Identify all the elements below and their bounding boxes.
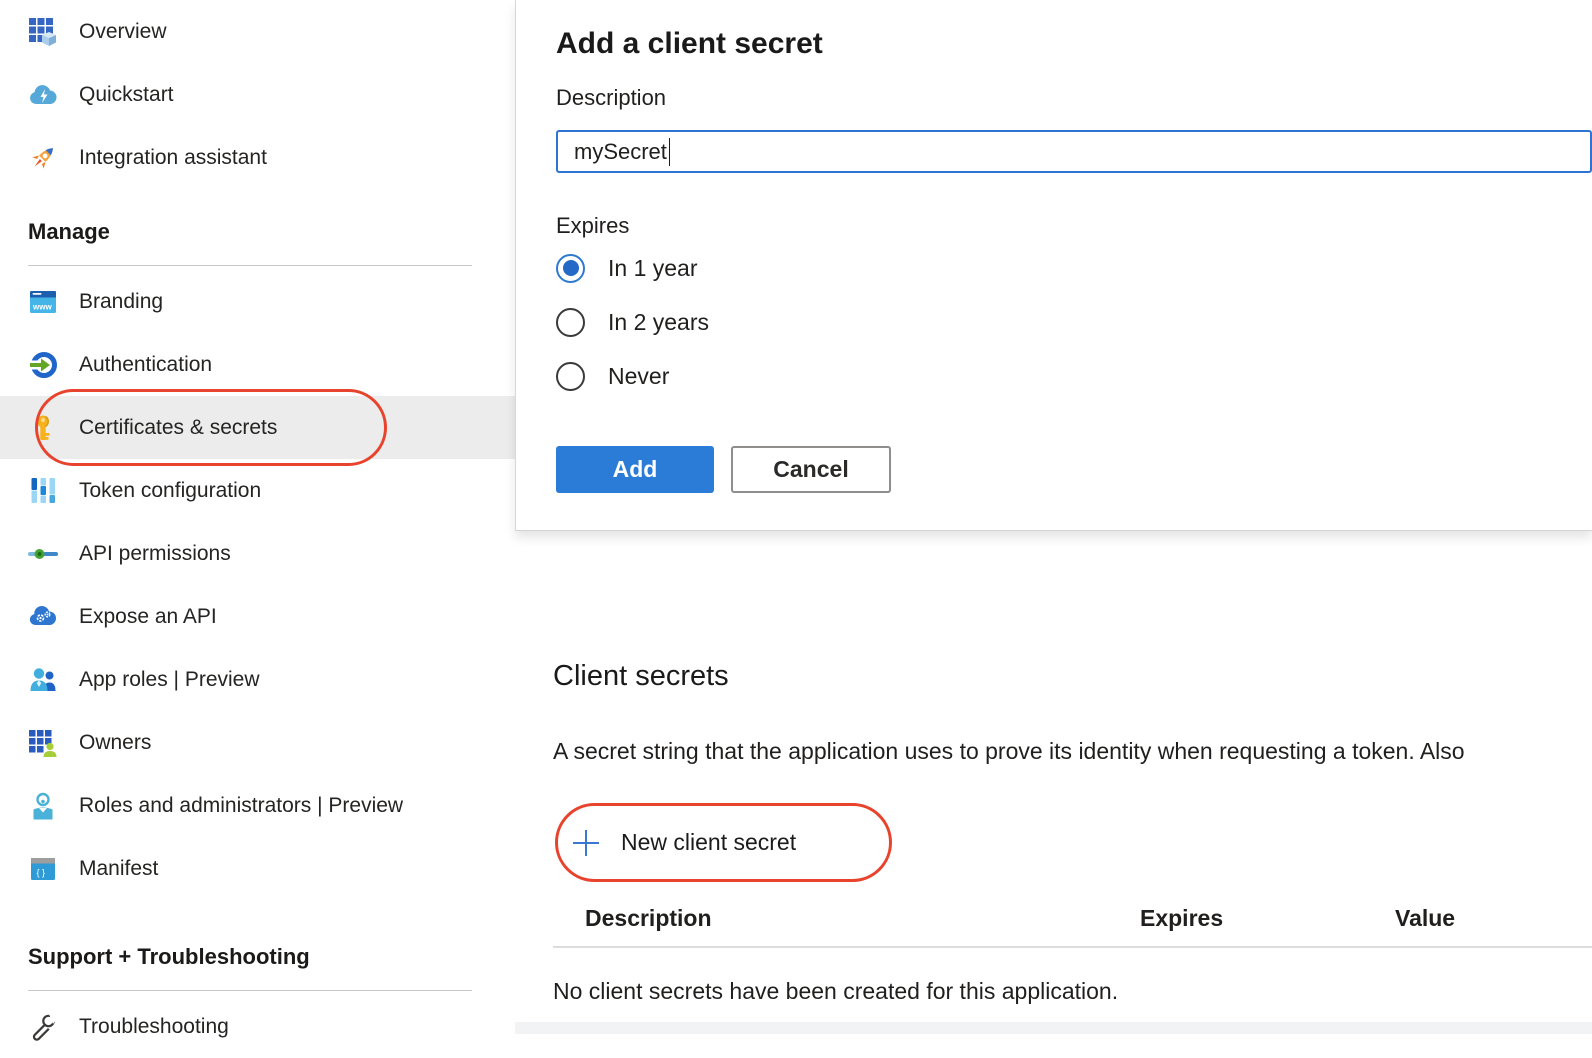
sidebar-item-label: Token configuration xyxy=(79,479,261,503)
radio-button[interactable] xyxy=(556,308,585,337)
sidebar-item-label: Owners xyxy=(79,731,151,755)
sidebar-item-roles-administrators[interactable]: Roles and administrators | Preview xyxy=(0,774,515,837)
sidebar-section-manage: Manage xyxy=(0,215,515,249)
column-header-description: Description xyxy=(553,905,1140,932)
cancel-button[interactable]: Cancel xyxy=(731,446,891,493)
sidebar-item-label: API permissions xyxy=(79,542,231,566)
sidebar-item-overview[interactable]: Overview xyxy=(0,0,515,63)
sidebar-item-manifest[interactable]: { } Manifest xyxy=(0,837,515,900)
sidebar-item-api-permissions[interactable]: API permissions xyxy=(0,522,515,585)
roles-administrators-icon xyxy=(28,791,58,821)
client-secrets-heading: Client secrets xyxy=(553,659,1592,693)
api-permissions-icon xyxy=(28,539,58,569)
column-header-value: Value xyxy=(1395,905,1592,932)
annotation-oval-new-client-secret: New client secret xyxy=(555,803,892,882)
svg-text:{ }: { } xyxy=(37,867,46,877)
new-client-secret-button[interactable]: New client secret xyxy=(571,828,796,858)
description-label: Description xyxy=(556,85,1592,111)
sidebar-divider xyxy=(28,265,472,266)
sidebar-item-label: Expose an API xyxy=(79,605,217,629)
sidebar-item-label: Quickstart xyxy=(79,83,174,107)
sidebar-item-troubleshooting[interactable]: Troubleshooting xyxy=(0,995,515,1058)
client-secrets-description: A secret string that the application use… xyxy=(553,738,1592,765)
expires-label: Expires xyxy=(556,213,1592,239)
column-header-expires: Expires xyxy=(1140,905,1395,932)
sidebar-item-quickstart[interactable]: Quickstart xyxy=(0,63,515,126)
radio-option-never[interactable]: Never xyxy=(556,349,1592,403)
key-icon xyxy=(28,413,58,443)
sidebar-item-authentication[interactable]: Authentication xyxy=(0,333,515,396)
quickstart-icon xyxy=(28,80,58,110)
sidebar-item-expose-api[interactable]: Expose an API xyxy=(0,585,515,648)
client-secrets-section: Client secrets A secret string that the … xyxy=(515,531,1592,1034)
sidebar-item-token-configuration[interactable]: Token configuration xyxy=(0,459,515,522)
manifest-icon: { } xyxy=(28,854,58,884)
add-button[interactable]: Add xyxy=(556,446,714,493)
app-roles-icon xyxy=(28,665,58,695)
sidebar-section-support: Support + Troubleshooting xyxy=(0,940,515,974)
new-client-secret-label: New client secret xyxy=(621,829,796,856)
sidebar-item-label: Authentication xyxy=(79,353,212,377)
sidebar-item-label: Troubleshooting xyxy=(79,1015,229,1039)
table-header-divider xyxy=(553,946,1592,948)
radio-button-selected[interactable] xyxy=(556,254,585,283)
integration-assistant-icon xyxy=(28,143,58,173)
plus-icon xyxy=(571,828,601,858)
description-input-value: mySecret xyxy=(574,139,667,165)
sidebar-item-label: App roles | Preview xyxy=(79,668,260,692)
dialog-title: Add a client secret xyxy=(556,26,1592,61)
owners-icon xyxy=(28,728,58,758)
radio-option-in-2-years[interactable]: In 2 years xyxy=(556,295,1592,349)
sidebar: Overview Quickstart Integrat xyxy=(0,0,515,1034)
troubleshooting-icon xyxy=(28,1012,58,1042)
sidebar-item-branding[interactable]: www Branding xyxy=(0,270,515,333)
authentication-icon xyxy=(28,350,58,380)
sidebar-item-label: Certificates & secrets xyxy=(79,416,277,440)
expires-radio-group: In 1 year In 2 years Never xyxy=(556,241,1592,403)
add-client-secret-dialog: Add a client secret Description mySecret… xyxy=(515,0,1592,531)
token-configuration-icon xyxy=(28,476,58,506)
sidebar-item-certificates-secrets[interactable]: Certificates & secrets xyxy=(0,396,515,459)
sidebar-item-integration-assistant[interactable]: Integration assistant xyxy=(0,126,515,189)
dialog-buttons: Add Cancel xyxy=(556,446,1592,493)
client-secrets-table-header: Description Expires Value xyxy=(553,904,1592,932)
svg-text:www: www xyxy=(32,302,52,311)
radio-button[interactable] xyxy=(556,362,585,391)
sidebar-item-label: Integration assistant xyxy=(79,146,267,170)
empty-state-message: No client secrets have been created for … xyxy=(553,978,1592,1005)
sidebar-item-label: Roles and administrators | Preview xyxy=(79,794,403,818)
sidebar-item-label: Branding xyxy=(79,290,163,314)
expose-api-icon xyxy=(28,602,58,632)
sidebar-item-label: Manifest xyxy=(79,857,158,881)
description-input[interactable]: mySecret xyxy=(556,130,1592,173)
sidebar-divider xyxy=(28,990,472,991)
bottom-strip xyxy=(515,1022,1592,1034)
overview-icon xyxy=(28,17,58,47)
branding-icon: www xyxy=(28,287,58,317)
text-cursor xyxy=(669,138,671,166)
sidebar-item-label: Overview xyxy=(79,20,167,44)
sidebar-item-owners[interactable]: Owners xyxy=(0,711,515,774)
radio-option-in-1-year[interactable]: In 1 year xyxy=(556,241,1592,295)
sidebar-item-app-roles[interactable]: App roles | Preview xyxy=(0,648,515,711)
